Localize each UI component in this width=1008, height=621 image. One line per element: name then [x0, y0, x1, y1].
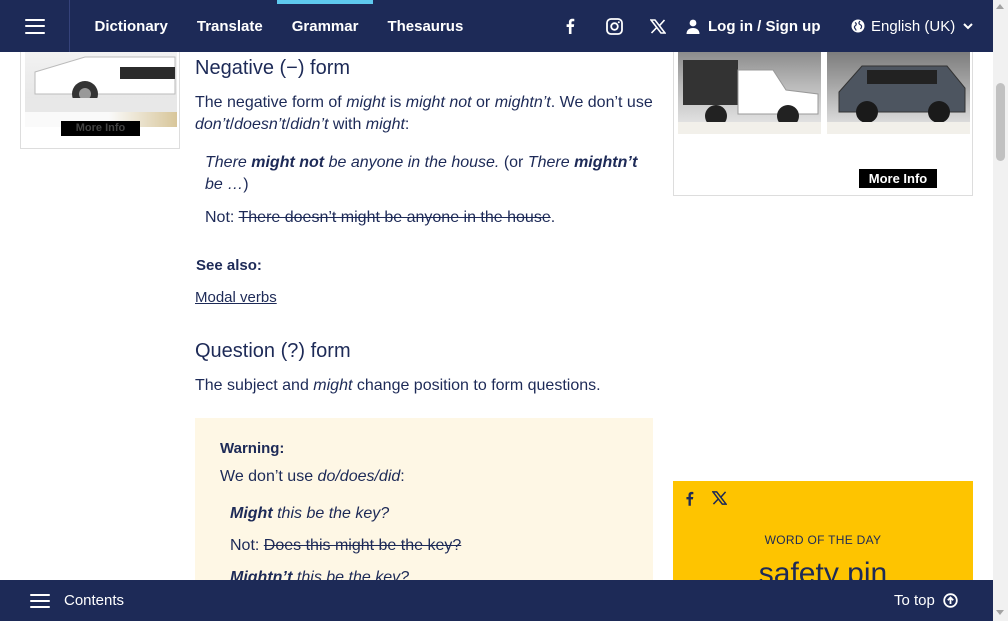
- right-advertisement[interactable]: More Info: [673, 52, 973, 196]
- language-label: English (UK): [871, 17, 956, 35]
- bottom-bar: Contents To top: [0, 580, 993, 621]
- instagram-icon: [605, 17, 623, 35]
- modal-verbs-link[interactable]: Modal verbs: [195, 287, 277, 309]
- facebook-icon: [566, 18, 575, 34]
- user-icon: [686, 19, 700, 34]
- warning-incorrect-example: Not: Does this might be the key?: [230, 537, 462, 554]
- top-nav-bar: Dictionary Translate Grammar Thesaurus L…: [0, 0, 993, 52]
- nav-link-grammar[interactable]: Grammar: [277, 0, 373, 52]
- login-label: Log in / Sign up: [708, 17, 821, 35]
- ad-suv-image: [827, 52, 970, 134]
- chevron-down-icon: [963, 22, 973, 29]
- word-of-the-day-box: WORD OF THE DAY safety pin: [673, 481, 973, 591]
- menu-button[interactable]: [0, 0, 70, 52]
- to-top-button[interactable]: To top: [894, 580, 958, 621]
- negative-intro: The negative form of might is might not …: [195, 94, 653, 133]
- main-nav: Dictionary Translate Grammar Thesaurus: [80, 0, 478, 52]
- ad-truck-image: [678, 52, 821, 134]
- login-signup-button[interactable]: Log in / Sign up: [686, 0, 820, 52]
- wotd-share-icons: [685, 491, 728, 511]
- arrow-up-circle-icon: [943, 593, 958, 608]
- instagram-link[interactable]: [592, 0, 636, 52]
- contents-button[interactable]: Contents: [30, 580, 124, 621]
- nav-link-thesaurus[interactable]: Thesaurus: [373, 0, 478, 52]
- see-also-label: See also:: [196, 257, 262, 274]
- x-link[interactable]: [636, 0, 680, 52]
- warning-box: Warning: We don’t use do/does/did: Might…: [195, 418, 653, 588]
- page-scrollbar[interactable]: [993, 0, 1008, 621]
- warning-line: We don’t use do/does/did:: [220, 468, 405, 485]
- nav-link-dictionary[interactable]: Dictionary: [80, 0, 182, 52]
- facebook-link[interactable]: [548, 0, 592, 52]
- contents-label: Contents: [64, 592, 125, 609]
- facebook-icon: [686, 491, 694, 506]
- ad-car-image: [25, 52, 177, 112]
- scroll-down-arrow-icon[interactable]: [996, 610, 1004, 615]
- nav-link-translate[interactable]: Translate: [182, 0, 277, 52]
- hamburger-icon: [24, 18, 45, 34]
- globe-icon: [851, 19, 865, 33]
- negative-form-heading: Negative (−) form: [195, 57, 351, 79]
- x-icon: [650, 18, 666, 34]
- list-icon: [30, 593, 50, 608]
- negative-example: There might not be anyone in the house. …: [205, 154, 638, 193]
- scroll-up-arrow-icon[interactable]: [996, 4, 1004, 9]
- left-advertisement[interactable]: More Info: [20, 52, 180, 149]
- question-form-heading: Question (?) form: [195, 340, 351, 362]
- question-intro: The subject and might change position to…: [195, 377, 601, 394]
- warning-title: Warning:: [220, 440, 285, 457]
- to-top-label: To top: [894, 592, 935, 609]
- x-icon: [711, 491, 728, 505]
- ad-more-info-button-right[interactable]: More Info: [859, 169, 937, 188]
- wotd-facebook-link[interactable]: [685, 491, 694, 511]
- wotd-x-link[interactable]: [711, 491, 728, 511]
- language-selector[interactable]: English (UK): [851, 0, 979, 52]
- wotd-label: WORD OF THE DAY: [764, 533, 882, 547]
- ad-more-info-button[interactable]: More Info: [61, 121, 140, 136]
- warning-example-1: Might this be the key?: [230, 505, 390, 522]
- scrollbar-thumb[interactable]: [996, 83, 1005, 161]
- social-links: [548, 0, 680, 52]
- incorrect-example: Not: There doesn’t might be anyone in th…: [205, 209, 556, 226]
